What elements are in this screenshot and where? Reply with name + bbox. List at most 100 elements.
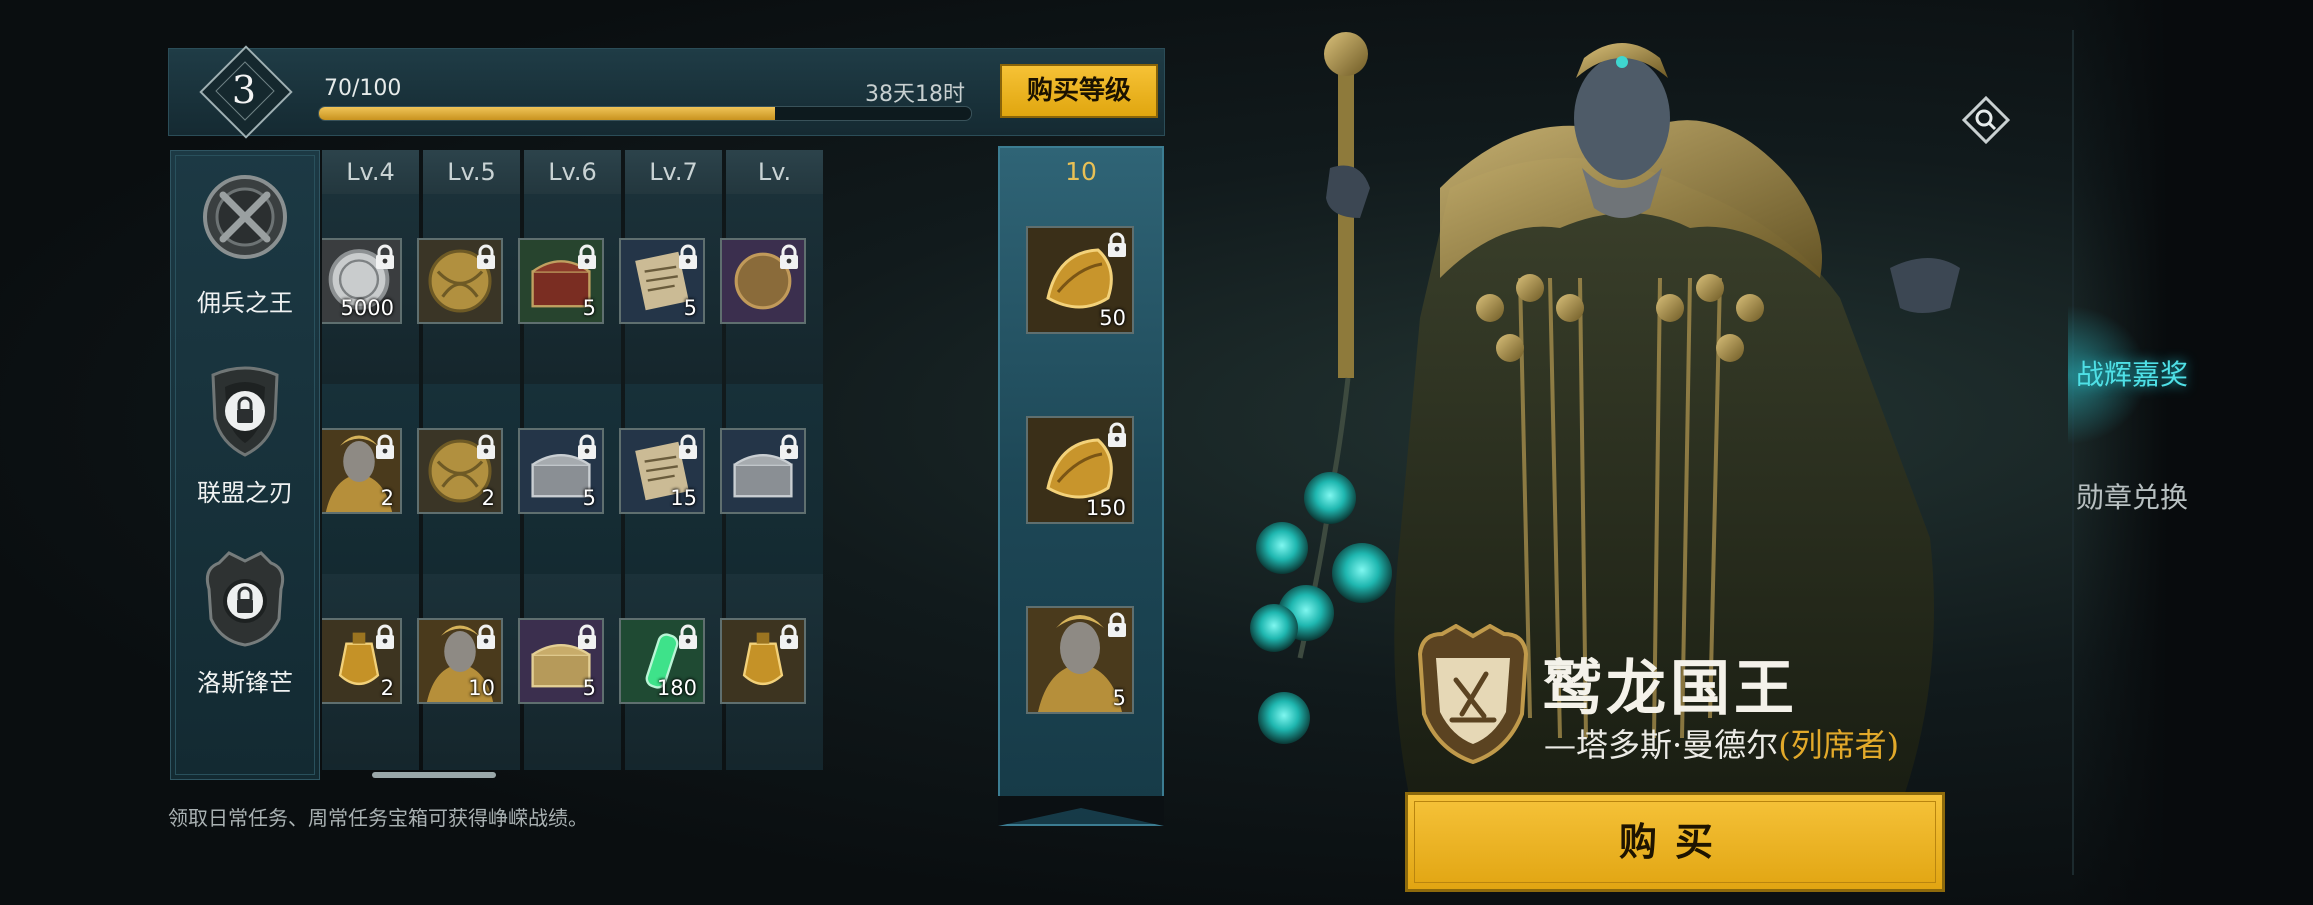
hero-subtitle: —塔多斯·曼德尔(列席者) (1544, 720, 1899, 766)
level-header: Lv.4 (322, 150, 419, 194)
xp-progress-bar (318, 106, 972, 121)
level-header: Lv.7 (625, 150, 722, 194)
buy-button[interactable]: 购买 (1405, 792, 1945, 892)
lock-icon (578, 244, 596, 269)
shield-lock-emblem-icon (211, 366, 279, 457)
tab-label: 勋章兑换 (2076, 481, 2189, 514)
reward-item[interactable]: 5 (518, 428, 604, 514)
reward-quantity: 2 (380, 676, 394, 700)
reward-cell: 15 (619, 384, 722, 574)
reward-cell: 10 (417, 574, 520, 764)
lock-icon (376, 624, 394, 649)
reward-item[interactable]: 5 (518, 238, 604, 324)
lock-icon (477, 244, 495, 269)
reward-item[interactable]: 50 (1026, 226, 1134, 334)
category-tab-los-edge[interactable]: 洛斯锋芒 (171, 531, 319, 721)
tab-medal-exchange[interactable]: 勋章兑换 (2076, 468, 2276, 528)
reward-item[interactable]: 5 (518, 618, 604, 704)
reward-cell: 5000 (322, 194, 419, 384)
reward-cell: 2 (322, 384, 419, 574)
lock-icon (1108, 612, 1126, 637)
reward-quantity: 5 (582, 676, 596, 700)
xp-progress-fill (319, 107, 776, 120)
category-label: 联盟之刃 (197, 479, 293, 507)
reward-cell: 150 (1000, 386, 1162, 576)
xp-counter: 70/100 (324, 76, 402, 101)
reward-quantity: 2 (481, 486, 495, 510)
reward-item[interactable]: 2 (322, 428, 402, 514)
reward-cell: 180 (619, 574, 722, 764)
reward-quantity: 50 (1099, 306, 1126, 330)
lock-icon (477, 434, 495, 459)
milestone-level-header: 10 (1065, 157, 1097, 186)
reward-cell: 2 (322, 574, 419, 764)
reward-column: Lv. (720, 150, 823, 770)
season-time-left: 38天18时 (865, 82, 965, 107)
reward-cell: 5 (518, 384, 621, 574)
reward-cell: 5 (518, 574, 621, 764)
reward-column: Lv.4 5000 2 2 (322, 150, 419, 770)
crest-lock-emblem-icon (205, 551, 285, 647)
reward-cell (720, 574, 823, 764)
hint-text: 领取日常任务、周常任务宝箱可获得峥嵘战绩。 (168, 806, 588, 830)
category-tab-alliance-blade[interactable]: 联盟之刃 (171, 341, 319, 531)
reward-item[interactable]: 180 (619, 618, 705, 704)
lock-icon (578, 624, 596, 649)
reward-item[interactable]: 2 (417, 428, 503, 514)
reward-item[interactable]: 5000 (322, 238, 402, 324)
lock-icon (780, 624, 798, 649)
reward-grid: Lv.4 5000 2 2 Lv.5 2 10 Lv.6 5 5 5 Lv.7 5 15 180 Lv. (322, 150, 1002, 770)
reward-item[interactable]: 150 (1026, 416, 1134, 524)
reward-cell: 5 (1000, 576, 1162, 766)
reward-quantity: 150 (1085, 496, 1126, 520)
lock-icon (477, 624, 495, 649)
reward-quantity: 5 (582, 296, 596, 320)
tab-battle-reward[interactable]: 战辉嘉奖 (2068, 305, 2276, 445)
milestone-banner-tail (998, 796, 1164, 826)
reward-quantity: 5 (582, 486, 596, 510)
reward-item[interactable] (720, 618, 806, 704)
magnify-diamond-icon[interactable] (1962, 96, 2010, 144)
reward-item[interactable] (720, 238, 806, 324)
grid-scrollbar[interactable] (372, 772, 496, 778)
reward-cell: 5 (518, 194, 621, 384)
level-header: Lv.6 (524, 150, 621, 194)
lock-icon (679, 244, 697, 269)
reward-item[interactable] (417, 238, 503, 324)
level-header: Lv. (726, 150, 823, 194)
milestone-reward-column: 10 50 150 5 (998, 146, 1164, 826)
reward-cell: 2 (417, 384, 520, 574)
category-label: 佣兵之王 (197, 289, 293, 317)
reward-column: Lv.7 5 15 180 (619, 150, 722, 770)
reward-item[interactable]: 15 (619, 428, 705, 514)
reward-item[interactable]: 5 (619, 238, 705, 324)
crossed-swords-emblem-icon (203, 175, 287, 259)
category-tab-mercenary-king[interactable]: 佣兵之王 (171, 151, 319, 341)
reward-cell: 5 (619, 194, 722, 384)
lock-icon (376, 244, 394, 269)
hero-name: —塔多斯·曼德尔 (1544, 726, 1779, 764)
tab-divider (2072, 30, 2074, 875)
reward-item[interactable]: 10 (417, 618, 503, 704)
reward-column: Lv.5 2 10 (417, 150, 520, 770)
lock-icon (578, 434, 596, 459)
reward-cell: 50 (1000, 196, 1162, 386)
reward-item[interactable]: 2 (322, 618, 402, 704)
reward-quantity: 5000 (340, 296, 394, 320)
reward-item[interactable]: 5 (1026, 606, 1134, 714)
lock-icon (679, 624, 697, 649)
buy-level-button[interactable]: 购买等级 (1000, 64, 1158, 118)
right-tab-bar (2070, 0, 2313, 905)
season-level-number: 3 (231, 68, 257, 112)
hero-tag: (列席者) (1778, 726, 1900, 764)
lock-icon (679, 434, 697, 459)
reward-item[interactable] (720, 428, 806, 514)
lock-icon (376, 434, 394, 459)
reward-cell (720, 384, 823, 574)
reward-quantity: 180 (656, 676, 697, 700)
lock-icon (1108, 232, 1126, 257)
category-column: 佣兵之王 联盟之刃 洛斯锋芒 (170, 150, 320, 780)
tab-label: 战辉嘉奖 (2076, 358, 2189, 391)
reward-quantity: 5 (1112, 686, 1126, 710)
hero-title: 鹫龙国王 (1542, 654, 1798, 724)
